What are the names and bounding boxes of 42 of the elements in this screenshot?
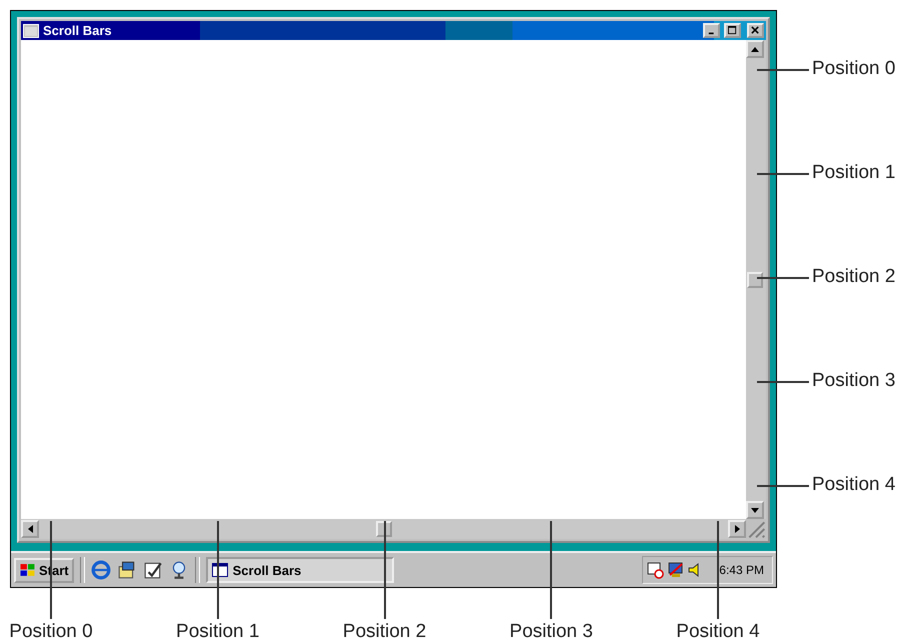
leader-line	[757, 69, 809, 71]
leader-line	[757, 381, 809, 383]
scroll-thumb[interactable]	[747, 272, 763, 288]
position-label: Position 0	[8, 620, 94, 643]
resize-grip-icon[interactable]	[746, 519, 766, 539]
taskbar-window-button[interactable]: Scroll Bars	[206, 557, 394, 583]
position-label: Position 4	[675, 620, 761, 643]
leader-line	[757, 277, 809, 279]
up-arrow-icon	[751, 46, 759, 52]
monitor-icon[interactable]	[667, 561, 686, 579]
maximize-button[interactable]	[724, 23, 741, 38]
close-button[interactable]	[747, 23, 764, 38]
position-label: Position 1	[812, 161, 896, 185]
maximize-icon	[728, 26, 737, 35]
right-arrow-icon	[734, 525, 740, 533]
scroll-up-button[interactable]	[746, 40, 764, 58]
desktop-icon[interactable]	[116, 560, 137, 580]
left-arrow-icon	[28, 525, 32, 533]
leader-line	[757, 173, 809, 175]
vertical-scrollbar[interactable]	[746, 40, 766, 519]
clock: 6:43 PM	[719, 563, 764, 577]
down-arrow-icon	[751, 508, 759, 512]
windows-logo-icon	[19, 562, 37, 578]
scroll-down-button[interactable]	[746, 501, 764, 519]
position-label: Position 1	[175, 620, 260, 643]
scroll-right-button[interactable]	[728, 520, 746, 538]
minimize-button[interactable]	[703, 23, 720, 38]
position-label: Position 3	[812, 369, 896, 393]
position-label: Position 0	[812, 57, 896, 81]
position-label: Position 2	[342, 620, 428, 643]
leader-line	[757, 485, 809, 487]
position-label: Position 4	[812, 473, 896, 497]
globe-icon[interactable]	[90, 560, 111, 580]
window-title: Scroll Bars	[43, 23, 112, 38]
scroll-left-button[interactable]	[21, 520, 39, 538]
scheduler-icon[interactable]	[647, 561, 666, 579]
window-icon	[23, 24, 39, 38]
notepad-icon[interactable]	[142, 560, 163, 580]
position-label: Position 3	[508, 620, 594, 643]
close-icon	[751, 26, 760, 35]
horizontal-scrollbar[interactable]	[21, 519, 746, 539]
position-label: Position 2	[812, 265, 896, 289]
